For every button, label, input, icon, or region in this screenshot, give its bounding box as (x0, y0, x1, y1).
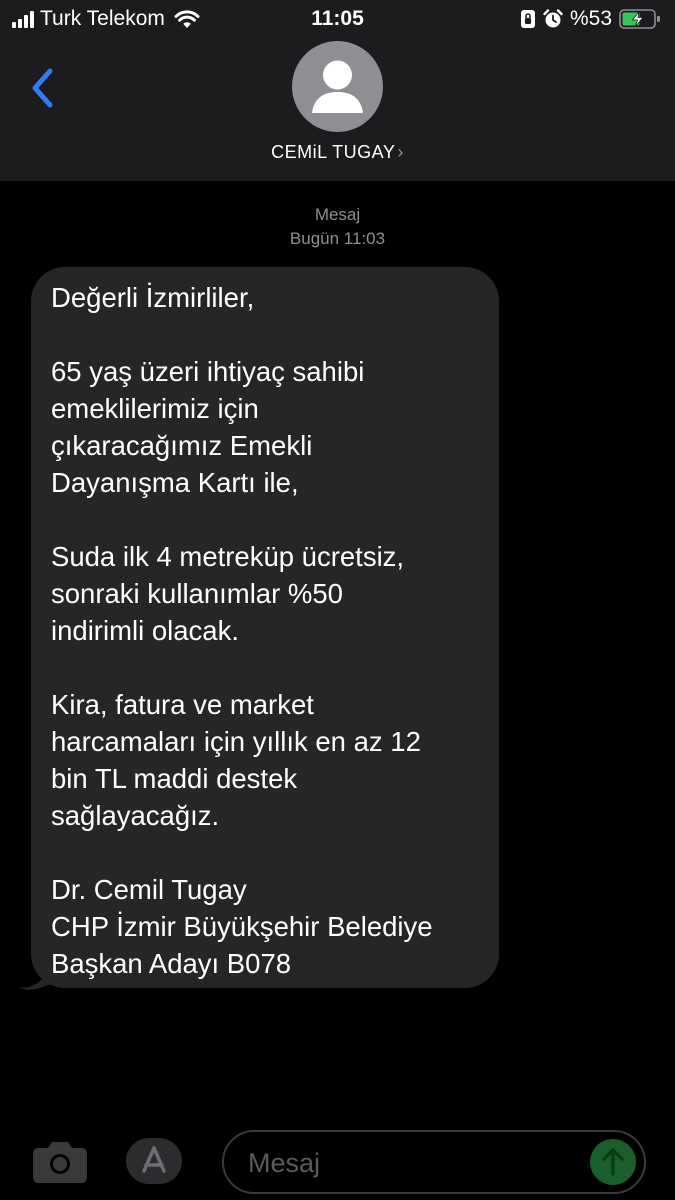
chevron-right-icon: › (397, 142, 404, 162)
alarm-icon (543, 9, 563, 28)
send-button[interactable] (590, 1139, 636, 1185)
contact-avatar-icon[interactable] (292, 41, 383, 132)
message-input[interactable]: Mesaj (222, 1130, 646, 1194)
app-store-icon[interactable] (124, 1136, 184, 1186)
service-label: Mesaj (314, 205, 361, 224)
message-input-placeholder: Mesaj (248, 1148, 321, 1178)
message-text: Değerli İzmirliler, 65 yaş üzeri ihtiyaç… (51, 282, 433, 979)
back-chevron-icon[interactable] (28, 66, 58, 110)
camera-icon[interactable] (32, 1138, 88, 1184)
battery-percent: %53 (569, 7, 612, 30)
status-bar: Turk Telekom 11:05 %53 (0, 0, 675, 40)
lock-rotation-icon (520, 10, 535, 28)
contact-name: CEMiL TUGAY (271, 142, 396, 162)
nav-header: Turk Telekom 11:05 %53 CEMiL TUGAY › (0, 0, 675, 181)
send-arrow-icon (602, 1148, 624, 1176)
message-timestamp: Bugün 11:03 (289, 229, 386, 248)
battery-charging-icon (619, 9, 660, 29)
contact-name-button[interactable]: CEMiL TUGAY › (0, 142, 675, 163)
status-right: %53 (520, 7, 661, 31)
